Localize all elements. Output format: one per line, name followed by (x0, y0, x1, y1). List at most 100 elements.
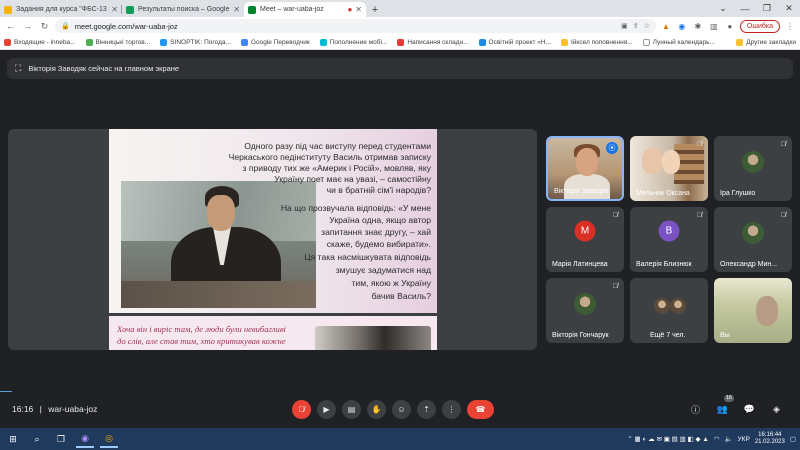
bookmark-favicon-icon (642, 38, 650, 46)
viber-app-icon[interactable]: ◉ (76, 430, 94, 448)
mic-off-icon: 🎙̸ (780, 212, 786, 219)
close-icon[interactable]: ✕ (355, 5, 362, 14)
self-view-tile[interactable]: 🎙̸ Вы (714, 278, 792, 343)
new-tab-button[interactable]: + (368, 3, 382, 17)
browser-toolbar: ← → ↻ 🔒 meet.google.com/war-uaba-joz ▣ ⇪… (0, 17, 800, 35)
bookmark-item[interactable]: Ійксел поповнення... (561, 38, 633, 46)
profile-avatar-icon[interactable]: ● (724, 20, 736, 32)
participant-tile[interactable]: В 🎙̸ Валерія Близнюк (630, 207, 708, 272)
meeting-time: 16:16 (12, 404, 34, 414)
chat-button[interactable]: 💬 (740, 400, 759, 419)
chrome-app-icon[interactable]: ◎ (100, 430, 118, 448)
folder-icon (736, 38, 744, 46)
people-icon: 👥 (716, 404, 729, 414)
share-icon[interactable]: ⇪ (633, 22, 639, 30)
bookmark-item[interactable]: Google Переводчик (240, 38, 310, 46)
slide-text-line: тим, якою ж Україну (351, 278, 431, 288)
notifications-icon[interactable]: ▢ (790, 435, 796, 443)
minimize-icon[interactable]: — (734, 0, 756, 17)
bookmark-item[interactable]: Освітній проект «Н... (478, 38, 551, 46)
other-bookmarks[interactable]: Другие закладки (736, 38, 796, 46)
participant-name: Марія Латинцева (552, 261, 608, 268)
tab-title: Задания для курса "ФБС-13 УК" (16, 6, 108, 13)
volume-icon[interactable]: 🔈 (724, 435, 732, 443)
more-options-button[interactable]: ⋮ (442, 400, 461, 419)
bookmark-item[interactable]: SINOPTIK: Погода... (160, 38, 231, 46)
meeting-code: war-uaba-joz (48, 404, 98, 414)
presentation-slide: Одного разу під час виступу перед студен… (109, 129, 437, 350)
call-controls: 🎙̸ ▶ ▤ ✋ ☺ ⇡ ⋮ ☎ (292, 400, 494, 419)
tab-title: Результаты поиска – Google Ди (138, 6, 231, 13)
address-bar[interactable]: 🔒 meet.google.com/war-uaba-joz ▣ ⇪ ☆ (55, 19, 656, 33)
bookmark-favicon-icon (397, 38, 405, 46)
people-button[interactable]: 👥 16 (713, 395, 734, 419)
record-icon: ● (347, 5, 353, 14)
menu-kebab-icon[interactable]: ⋮ (784, 20, 796, 32)
leave-call-button[interactable]: ☎ (467, 400, 494, 419)
extension-icon[interactable]: ▲ (660, 20, 672, 32)
more-participants-label: Ещё 7 чел. (650, 332, 686, 339)
tray-icons[interactable]: ⌃ ▦ ◐ ☁ ✉ ▣ ▤ ▥ ◧ ◆ ▲ (627, 435, 709, 443)
extension-icon[interactable]: ◉ (676, 20, 688, 32)
close-icon[interactable]: ✕ (111, 5, 118, 14)
more-participants-tile[interactable]: Ещё 7 чел. (630, 278, 708, 343)
wifi-icon[interactable]: ◠ (714, 435, 720, 443)
reactions-button[interactable]: ☺ (392, 400, 411, 419)
bookmark-favicon-icon (561, 38, 568, 46)
restore-icon[interactable]: ❐ (756, 0, 778, 17)
participant-name: Вікторія Заводяк (554, 188, 609, 195)
back-icon[interactable]: ← (4, 20, 17, 33)
task-view-icon[interactable]: ❐ (52, 430, 70, 448)
clock-date: 21.02.2023 (754, 439, 785, 445)
participant-tile[interactable]: М 🎙̸ Марія Латинцева (546, 207, 624, 272)
participant-tile[interactable]: 🎙̸ Олександр Мин... (714, 207, 792, 272)
captions-button[interactable]: ▤ (342, 400, 361, 419)
bookmark-item[interactable]: Вінницькі торгов... (85, 38, 150, 46)
extensions-puzzle-icon[interactable]: ✱ (692, 20, 704, 32)
tab-google-drive[interactable]: Результаты поиска – Google Ди ✕ (122, 2, 244, 17)
bookmark-item[interactable]: Пополнение мобі... (319, 38, 387, 46)
side-panel-icon[interactable]: ▥ (708, 20, 720, 32)
kebab-icon: ⋮ (447, 405, 456, 414)
chat-icon: 💬 (743, 404, 756, 414)
keyboard-language[interactable]: УКР (738, 436, 750, 443)
bookmark-item[interactable]: Написання складн... (397, 38, 469, 46)
windows-start-icon[interactable]: ⊞ (4, 430, 22, 448)
lock-icon[interactable]: 🔒 (61, 22, 70, 30)
forward-icon[interactable]: → (21, 20, 34, 33)
error-button[interactable]: Ошибка (739, 19, 780, 33)
participant-tile[interactable]: 🎙̸ Вікторія Гончарук (546, 278, 624, 343)
close-window-icon[interactable]: ✕ (778, 0, 800, 17)
close-icon[interactable]: ✕ (233, 5, 240, 14)
emoji-icon: ☺ (397, 405, 406, 414)
hang-up-icon: ☎ (475, 405, 486, 414)
bookmark-item[interactable]: Входящие - inneba... (4, 38, 76, 46)
tab-meet[interactable]: Meet – war-uaba-joz ● ✕ (244, 2, 366, 17)
bookmark-star-icon[interactable]: ☆ (644, 22, 650, 30)
bookmark-favicon-icon (319, 38, 327, 46)
mic-off-icon: 🎙̸ (696, 141, 702, 148)
slide-photo (315, 326, 431, 350)
slide-text-line: Черкаського педінституту Василь отримав … (228, 152, 431, 162)
bookmark-item[interactable]: Лунный календарь... (642, 38, 715, 46)
camera-toggle-button[interactable]: ▶ (317, 400, 336, 419)
participant-name: Мельник Оксана (636, 190, 690, 197)
avatar (742, 151, 764, 173)
search-icon[interactable]: ⌕ (28, 430, 46, 448)
raise-hand-button[interactable]: ✋ (367, 400, 386, 419)
tab-classroom[interactable]: Задания для курса "ФБС-13 УК" ✕ (0, 2, 122, 17)
meeting-details-button[interactable]: ⓘ (686, 400, 705, 419)
participant-tile[interactable]: 🎙̸ Іра Глушко (714, 136, 792, 201)
reload-icon[interactable]: ↻ (38, 20, 51, 33)
activities-button[interactable]: ◈ (767, 400, 786, 419)
tab-search-icon[interactable]: ⌄ (712, 0, 734, 17)
present-button[interactable]: ⇡ (417, 400, 436, 419)
avatar (670, 298, 686, 314)
participant-tile[interactable]: ⦿ Вікторія Заводяк (546, 136, 624, 201)
participant-tile[interactable]: 🎙̸ Мельник Оксана (630, 136, 708, 201)
slide-text-line: Ця така насмішкувата відповідь (304, 252, 431, 262)
clock[interactable]: 16:16:44 21.02.2023 (755, 432, 785, 447)
camera-icon[interactable]: ▣ (621, 22, 628, 30)
mic-toggle-button[interactable]: 🎙̸ (292, 400, 311, 419)
shared-screen[interactable]: Одного разу під час виступу перед студен… (8, 129, 537, 350)
